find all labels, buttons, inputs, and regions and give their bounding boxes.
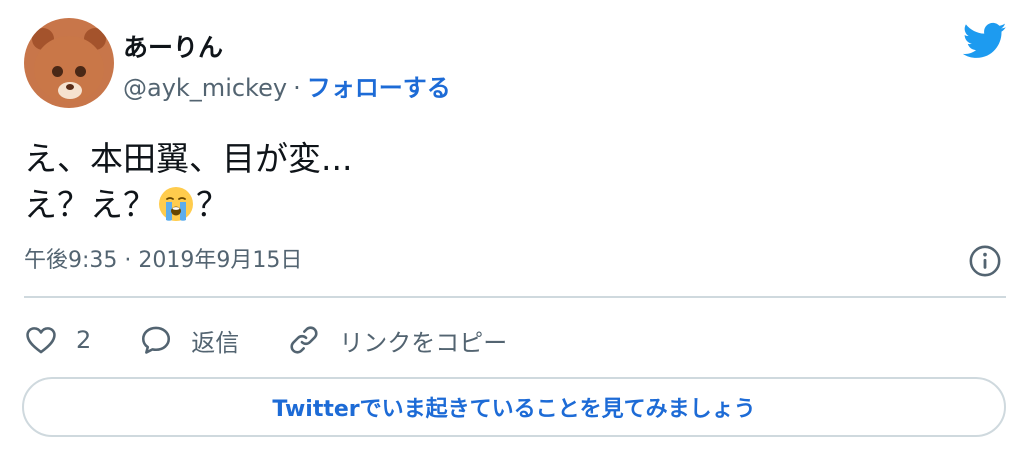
heart-icon [26, 327, 56, 354]
like-count: 2 [76, 326, 92, 354]
tweet-line-2: え？え？ ？ [24, 182, 352, 228]
bear-eye-right [75, 66, 86, 77]
like-button[interactable]: 2 [24, 323, 91, 357]
tweet-text: え、本田翼、目が変... え？え？ ？ [24, 136, 352, 228]
bear-nose [66, 84, 74, 90]
author-display-name[interactable]: あーりん [123, 28, 223, 64]
bear-eye-left [52, 66, 63, 77]
author-handle-row: @ayk_mickey · フォローする [123, 68, 451, 103]
tweet-line-2-start: え？え？ [24, 185, 156, 224]
author-handle[interactable]: @ayk_mickey [123, 74, 287, 102]
tweet-embed-card: あーりん @ayk_mickey · フォローする え、本田翼、目が変... え？え… [0, 0, 1024, 463]
twitter-bird-icon[interactable] [963, 22, 1007, 60]
divider [24, 296, 1006, 298]
crying-face-icon [159, 187, 193, 221]
reply-label: 返信 [191, 328, 240, 357]
info-icon[interactable] [968, 244, 1002, 278]
link-icon [290, 326, 318, 354]
copy-link-button[interactable]: リンクをコピー [287, 323, 507, 358]
separator-dot: · [293, 74, 301, 102]
tweet-timestamp[interactable]: 午後9:35 · 2019年9月15日 [24, 242, 302, 274]
reply-button[interactable]: 返信 [139, 323, 239, 358]
tweet-actions: 2 返信 リンクをコピー [24, 320, 555, 360]
follow-link[interactable]: フォローする [307, 74, 451, 102]
reply-bubble-icon [142, 326, 171, 354]
avatar[interactable] [24, 18, 114, 108]
copy-link-label: リンクをコピー [339, 328, 508, 357]
tweet-line-2-end: ？ [196, 185, 229, 224]
tweet-line-1: え、本田翼、目が変... [24, 139, 353, 178]
see-whats-happening-button[interactable]: Twitterでいま起きていることを見てみましょう [22, 377, 1006, 437]
